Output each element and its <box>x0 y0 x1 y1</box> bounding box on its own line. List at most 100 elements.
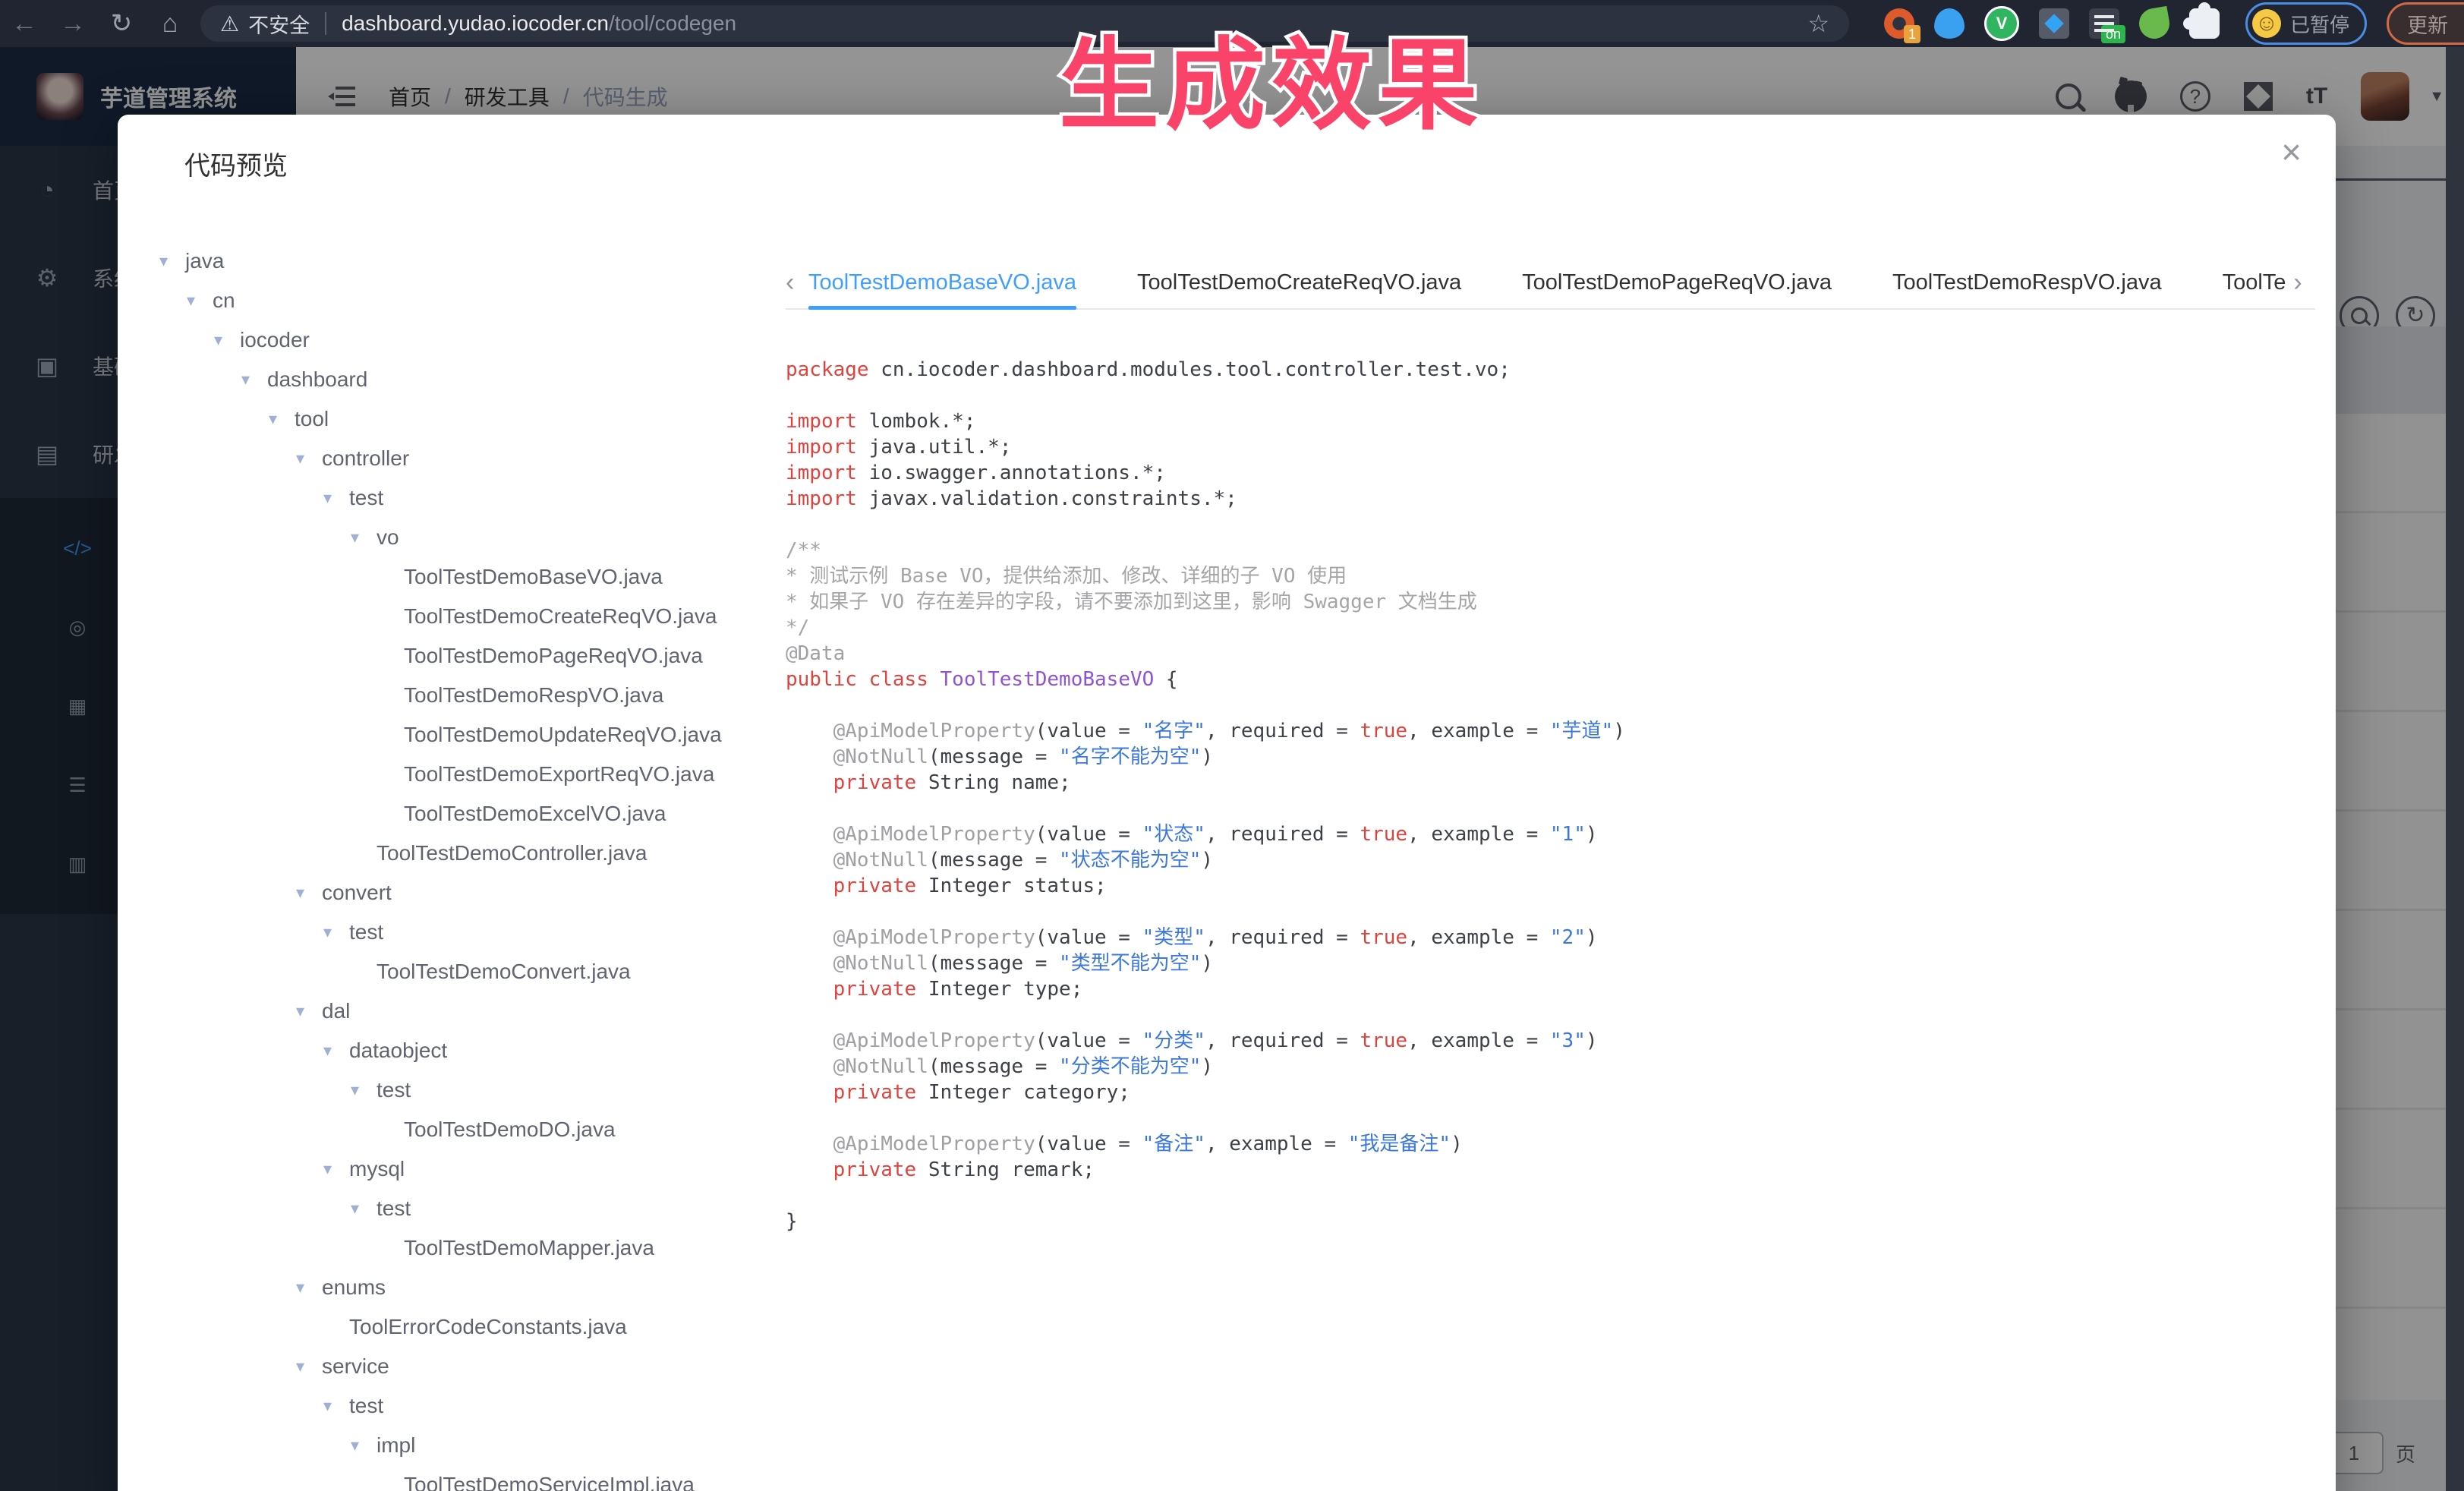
tree-node-label: iocoder <box>240 328 310 352</box>
tree-folder[interactable]: ▾test <box>159 1189 782 1228</box>
tree-folder[interactable]: ▾convert <box>159 873 782 913</box>
tab-ToolTe[interactable]: ToolTe <box>2192 257 2294 308</box>
tree-node-label: controller <box>322 446 409 471</box>
tree-folder[interactable]: ▾java <box>159 241 782 281</box>
tab-ToolTestDemoBaseVO.java[interactable]: ToolTestDemoBaseVO.java <box>808 257 1107 308</box>
tree-node-label: ToolTestDemoUpdateReqVO.java <box>404 723 722 747</box>
tree-folder[interactable]: ▾test <box>159 478 782 518</box>
tree-folder[interactable]: ▾test <box>159 1386 782 1426</box>
tree-file[interactable]: ToolTestDemoCreateReqVO.java <box>159 597 782 636</box>
tree-file[interactable]: ToolTestDemoExcelVO.java <box>159 794 782 834</box>
url-host[interactable]: dashboard.yudao.iocoder.cn <box>342 11 609 36</box>
forward-icon[interactable]: → <box>49 9 97 39</box>
caret-down-icon[interactable]: ▾ <box>323 1396 349 1416</box>
tree-file[interactable]: ToolTestDemoController.java <box>159 834 782 873</box>
ext-diamond-icon[interactable] <box>2039 8 2069 39</box>
caret-down-icon[interactable]: ▾ <box>296 1357 322 1376</box>
tree-folder[interactable]: ▾mysql <box>159 1149 782 1189</box>
caret-down-icon[interactable]: ▾ <box>323 1159 349 1179</box>
tree-file[interactable]: ToolErrorCodeConstants.java <box>159 1307 782 1347</box>
home-icon[interactable]: ⌂ <box>146 9 194 39</box>
ext-leaf-icon[interactable] <box>2137 6 2172 41</box>
tree-file[interactable]: ToolTestDemoRespVO.java <box>159 676 782 715</box>
tree-file[interactable]: ToolTestDemoServiceImpl.java <box>159 1465 782 1491</box>
tab-ToolTestDemoRespVO.java[interactable]: ToolTestDemoRespVO.java <box>1862 257 2192 308</box>
caret-down-icon[interactable]: ▾ <box>351 1199 377 1218</box>
caret-down-icon[interactable]: ▾ <box>323 1041 349 1061</box>
tree-folder[interactable]: ▾test <box>159 1070 782 1110</box>
caret-down-icon[interactable]: ▾ <box>351 1436 377 1455</box>
tree-folder[interactable]: ▾controller <box>159 439 782 478</box>
caret-down-icon[interactable]: ▾ <box>269 409 295 429</box>
annotation-text: 生成效果 <box>1059 5 1484 150</box>
tree-file[interactable]: ToolTestDemoConvert.java <box>159 952 782 991</box>
tree-folder[interactable]: ▾tool <box>159 399 782 439</box>
tab-ToolTestDemoCreateReqVO.java[interactable]: ToolTestDemoCreateReqVO.java <box>1107 257 1492 308</box>
tree-node-label: ToolTestDemoRespVO.java <box>404 683 663 708</box>
tabs-scroll-right-icon[interactable]: › <box>2293 268 2316 298</box>
file-tabs: ‹ ToolTestDemoBaseVO.javaToolTestDemoCre… <box>786 257 2315 310</box>
ext-orange-icon[interactable]: 1 <box>1884 8 1914 39</box>
tree-folder[interactable]: ▾dal <box>159 991 782 1031</box>
tab-ToolTestDemoPageReqVO.java[interactable]: ToolTestDemoPageReqVO.java <box>1492 257 1862 308</box>
security-label[interactable]: 不安全 <box>248 9 310 39</box>
tree-node-label: dataobject <box>349 1039 447 1063</box>
profile-emoji-icon: ☺ <box>2252 9 2281 38</box>
tree-node-label: dal <box>322 999 350 1023</box>
reload-icon[interactable]: ↻ <box>97 8 146 39</box>
tabs-container: ToolTestDemoBaseVO.javaToolTestDemoCreat… <box>808 257 2293 308</box>
tree-node-label: ToolTestDemoController.java <box>377 841 647 865</box>
tree-node-label: ToolTestDemoPageReqVO.java <box>404 644 703 668</box>
screen: ← → ↻ ⌂ ⚠ 不安全 dashboard.yudao.iocoder.cn… <box>0 0 2464 1491</box>
tree-file[interactable]: ToolTestDemoPageReqVO.java <box>159 636 782 676</box>
tree-file[interactable]: ToolTestDemoMapper.java <box>159 1228 782 1268</box>
tree-node-label: impl <box>377 1433 415 1458</box>
tree-file[interactable]: ToolTestDemoExportReqVO.java <box>159 755 782 794</box>
caret-down-icon[interactable]: ▾ <box>296 1001 322 1021</box>
url-path[interactable]: /tool/codegen <box>609 11 736 36</box>
update-label: 更新 <box>2407 9 2448 39</box>
caret-down-icon[interactable]: ▾ <box>187 291 213 310</box>
tree-folder[interactable]: ▾impl <box>159 1426 782 1465</box>
ext-blue-drop-icon[interactable] <box>1934 8 1965 39</box>
tree-folder[interactable]: ▾dataobject <box>159 1031 782 1070</box>
tabs-scroll-left-icon[interactable]: ‹ <box>786 268 808 298</box>
caret-down-icon[interactable]: ▾ <box>296 449 322 468</box>
modal-title: 代码预览 <box>184 145 288 182</box>
file-tree: ▾java▾cn▾iocoder▾dashboard▾tool▾controll… <box>159 241 782 1491</box>
bookmark-star-icon[interactable]: ☆ <box>1807 9 1829 38</box>
caret-down-icon[interactable]: ▾ <box>159 251 185 271</box>
browser-update-button[interactable]: 更新 ⋮ <box>2387 2 2464 45</box>
ext-badge: on <box>2101 25 2125 43</box>
caret-down-icon[interactable]: ▾ <box>323 488 349 508</box>
caret-down-icon[interactable]: ▾ <box>296 1278 322 1297</box>
caret-down-icon[interactable]: ▾ <box>241 370 267 389</box>
tree-folder[interactable]: ▾dashboard <box>159 360 782 399</box>
caret-down-icon[interactable]: ▾ <box>296 883 322 903</box>
address-bar[interactable]: ⚠ 不安全 dashboard.yudao.iocoder.cn /tool/c… <box>200 5 1849 42</box>
caret-down-icon[interactable]: ▾ <box>323 922 349 942</box>
tree-folder[interactable]: ▾cn <box>159 281 782 320</box>
back-icon[interactable]: ← <box>0 9 49 39</box>
ext-puzzle-icon[interactable] <box>2189 8 2220 39</box>
tree-folder[interactable]: ▾iocoder <box>159 320 782 360</box>
code-preview-modal: 代码预览 × ▾java▾cn▾iocoder▾dashboard▾tool▾c… <box>118 115 2336 1491</box>
tree-folder[interactable]: ▾service <box>159 1347 782 1386</box>
tree-node-label: ToolTestDemoDO.java <box>404 1117 616 1142</box>
caret-down-icon[interactable]: ▾ <box>351 528 377 547</box>
tree-file[interactable]: ToolTestDemoDO.java <box>159 1110 782 1149</box>
tree-file[interactable]: ToolTestDemoUpdateReqVO.java <box>159 715 782 755</box>
browser-menu-icon[interactable]: ⋮ <box>2459 12 2464 35</box>
tree-folder[interactable]: ▾test <box>159 913 782 952</box>
tree-node-label: ToolTestDemoBaseVO.java <box>404 565 663 589</box>
ext-list-icon[interactable]: on <box>2089 8 2119 39</box>
tree-node-label: ToolTestDemoExcelVO.java <box>404 802 666 826</box>
tree-folder[interactable]: ▾enums <box>159 1268 782 1307</box>
tree-file[interactable]: ToolTestDemoBaseVO.java <box>159 557 782 597</box>
ext-green-v-icon[interactable]: V <box>1984 6 2019 41</box>
close-icon[interactable]: × <box>2281 134 2302 169</box>
caret-down-icon[interactable]: ▾ <box>351 1080 377 1100</box>
browser-profile-button[interactable]: ☺ 已暂停 <box>2245 2 2367 45</box>
caret-down-icon[interactable]: ▾ <box>214 330 240 350</box>
tree-folder[interactable]: ▾vo <box>159 518 782 557</box>
